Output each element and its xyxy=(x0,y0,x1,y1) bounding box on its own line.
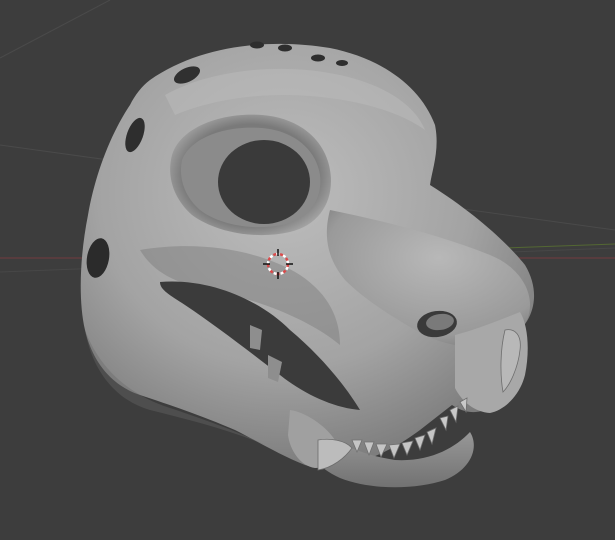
3d-cursor-icon[interactable] xyxy=(0,0,615,540)
3d-viewport[interactable] xyxy=(0,0,615,540)
